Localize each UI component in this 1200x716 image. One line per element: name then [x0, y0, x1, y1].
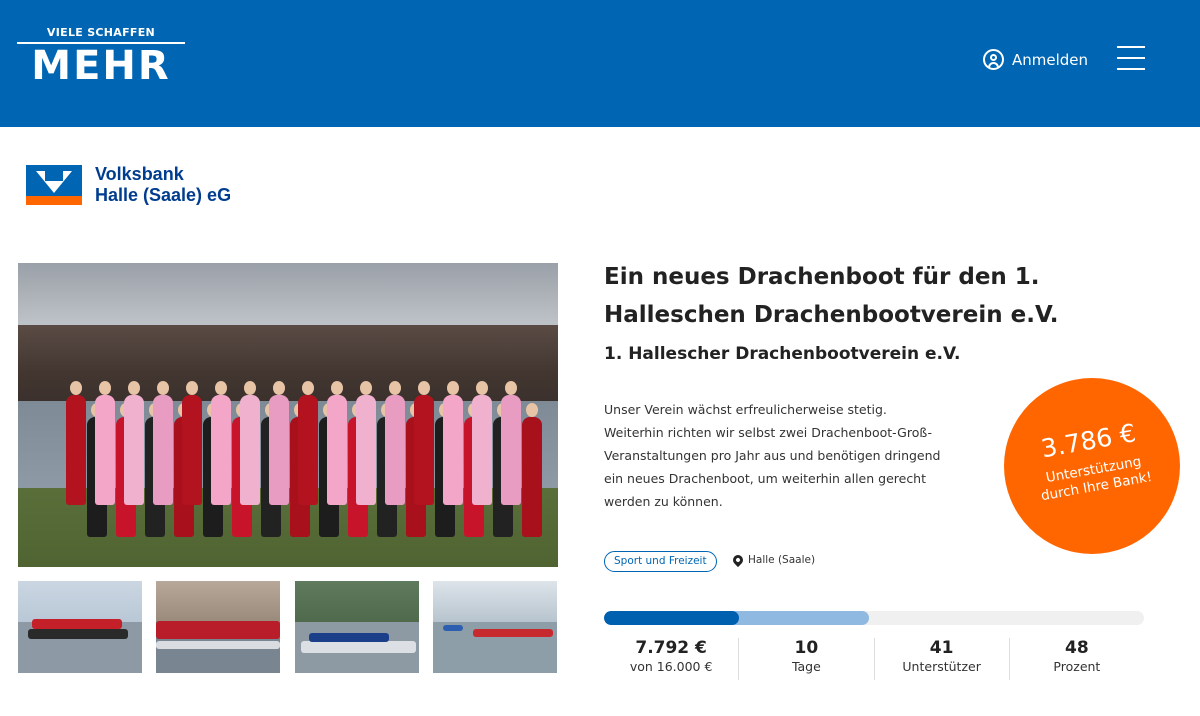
bank-support-badge: 3.786 € Unterstützung durch Ihre Bank! — [1004, 378, 1180, 554]
thumbnail-2[interactable] — [156, 581, 280, 673]
project-organizer: 1. Hallescher Drachenbootverein e.V. — [604, 344, 961, 364]
stat-supporters-label: Unterstützer — [902, 659, 981, 674]
thumbnail-4[interactable] — [433, 581, 557, 673]
login-label: Anmelden — [1012, 50, 1089, 69]
hamburger-menu-icon[interactable] — [1117, 46, 1145, 72]
project-title: Ein neues Drachenboot für den 1. Hallesc… — [604, 264, 1059, 328]
bank-logo[interactable]: Volksbank Halle (Saale) eG — [26, 164, 231, 206]
login-button[interactable]: Anmelden — [983, 49, 1088, 70]
funding-progress-bar — [604, 611, 1144, 625]
stat-days-value: 10 — [794, 638, 819, 658]
location-pin-icon — [730, 552, 746, 568]
bank-name: Volksbank Halle (Saale) eG — [95, 164, 231, 206]
project-description: Unser Verein wächst erfreulicherweise st… — [604, 402, 941, 509]
stat-percent: 48 Prozent — [1010, 638, 1144, 680]
location-label: Halle (Saale) — [748, 554, 816, 566]
stat-supporters: 41 Unterstützer — [875, 638, 1010, 680]
logo-wordmark: MEHR — [17, 44, 185, 88]
viele-schaffen-mehr-logo[interactable]: VIELE SCHAFFEN MEHR — [17, 26, 187, 88]
project-location: Halle (Saale) — [730, 552, 816, 568]
stat-goal-label: von 16.000 € — [629, 659, 713, 674]
funding-stats: 7.792 € von 16.000 € 10 Tage 41 Unterstü… — [604, 638, 1144, 680]
stat-days: 10 Tage — [739, 638, 875, 680]
user-icon — [983, 49, 1004, 70]
volksbank-emblem-icon — [26, 165, 82, 205]
stat-percent-label: Prozent — [1053, 659, 1101, 674]
thumbnail-1[interactable] — [18, 581, 142, 673]
logo-tagline: VIELE SCHAFFEN — [46, 26, 156, 39]
category-tag[interactable]: Sport und Freizeit — [604, 551, 717, 572]
project-main-image[interactable] — [18, 263, 558, 567]
stat-amount-value: 7.792 € — [635, 638, 707, 658]
progress-funded-segment — [604, 611, 739, 625]
thumbnail-3[interactable] — [295, 581, 419, 673]
stat-days-label: Tage — [791, 659, 821, 674]
bank-name-line2: Halle (Saale) eG — [95, 185, 232, 205]
bank-name-line1: Volksbank — [95, 164, 184, 184]
stat-amount: 7.792 € von 16.000 € — [604, 638, 740, 680]
top-header: VIELE SCHAFFEN MEHR Anmelden — [0, 0, 1200, 127]
stat-supporters-value: 41 — [929, 638, 954, 658]
stat-percent-value: 48 — [1065, 638, 1089, 658]
